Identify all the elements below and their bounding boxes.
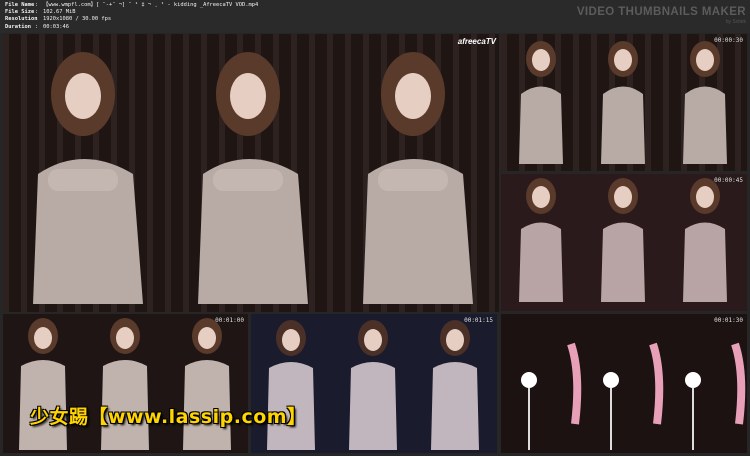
resolution-value: 1920x1080 / 30.00 fps: [43, 16, 112, 23]
duration-label: Duration: [5, 23, 31, 30]
thumbnail-image: [501, 174, 747, 311]
thumbnail-main[interactable]: afreecaTV: [3, 34, 499, 312]
thumbnail-image: [251, 314, 497, 453]
timestamp: 00:01:15: [464, 317, 493, 324]
file-name-value: 【www.wmpfl.com】[ ¨-+¨ ¬] ¨ ¹ ‡ ¬ ¸ ¹ - k…: [43, 2, 259, 8]
separator: :: [35, 23, 39, 30]
duration-row: Duration : 00:03:46: [5, 24, 258, 31]
thumbnail-image: [501, 34, 747, 171]
thumbnail-5[interactable]: 00:01:15: [251, 314, 497, 453]
timestamp: 00:01:00: [215, 317, 244, 324]
thumbnail-2[interactable]: 00:00:30: [501, 34, 747, 171]
thumbnail-6[interactable]: 00:01:30: [501, 314, 747, 453]
file-info: File Name : 【www.wmpfl.com】[ ¨-+¨ ¬] ¨ ¹…: [5, 2, 258, 31]
separator: :: [35, 16, 39, 23]
dancer-figure: [33, 52, 473, 304]
app-branding: VIDEO THUMBNAILS MAKER by Scitek: [577, 6, 746, 25]
separator: :: [35, 9, 39, 16]
thumbnail-4[interactable]: 00:01:00: [3, 314, 248, 453]
watermark-text: 少女踢【www.lassip.com】: [30, 406, 307, 428]
file-name-row: File Name : 【www.wmpfl.com】[ ¨-+¨ ¬] ¨ ¹…: [5, 2, 258, 9]
thumbnail-image: [3, 34, 499, 312]
thumbnail-image: [3, 314, 248, 453]
file-name-label: File Name: [5, 2, 35, 8]
thumbnail-3[interactable]: 00:00:45: [501, 174, 747, 311]
file-size-row: File Size : 102.67 MiB: [5, 9, 258, 16]
resolution-row: Resolution : 1920x1080 / 30.00 fps: [5, 16, 258, 23]
separator: :: [35, 2, 39, 8]
brand-subtitle: by Scitek: [725, 19, 746, 25]
afreecatv-logo: afreecaTV: [457, 37, 496, 46]
resolution-label: Resolution: [5, 16, 38, 23]
thumbnail-image: [501, 314, 747, 453]
timestamp: 00:00:45: [714, 177, 743, 184]
brand-title: VIDEO THUMBNAILS MAKER: [576, 6, 746, 18]
file-size-label: File Size: [5, 9, 35, 16]
duration-value: 00:03:46: [43, 23, 69, 30]
file-size-value: 102.67 MiB: [43, 9, 76, 16]
header: File Name : 【www.wmpfl.com】[ ¨-+¨ ¬] ¨ ¹…: [0, 0, 750, 33]
timestamp: 00:00:30: [714, 37, 743, 44]
timestamp: 00:01:30: [714, 317, 743, 324]
